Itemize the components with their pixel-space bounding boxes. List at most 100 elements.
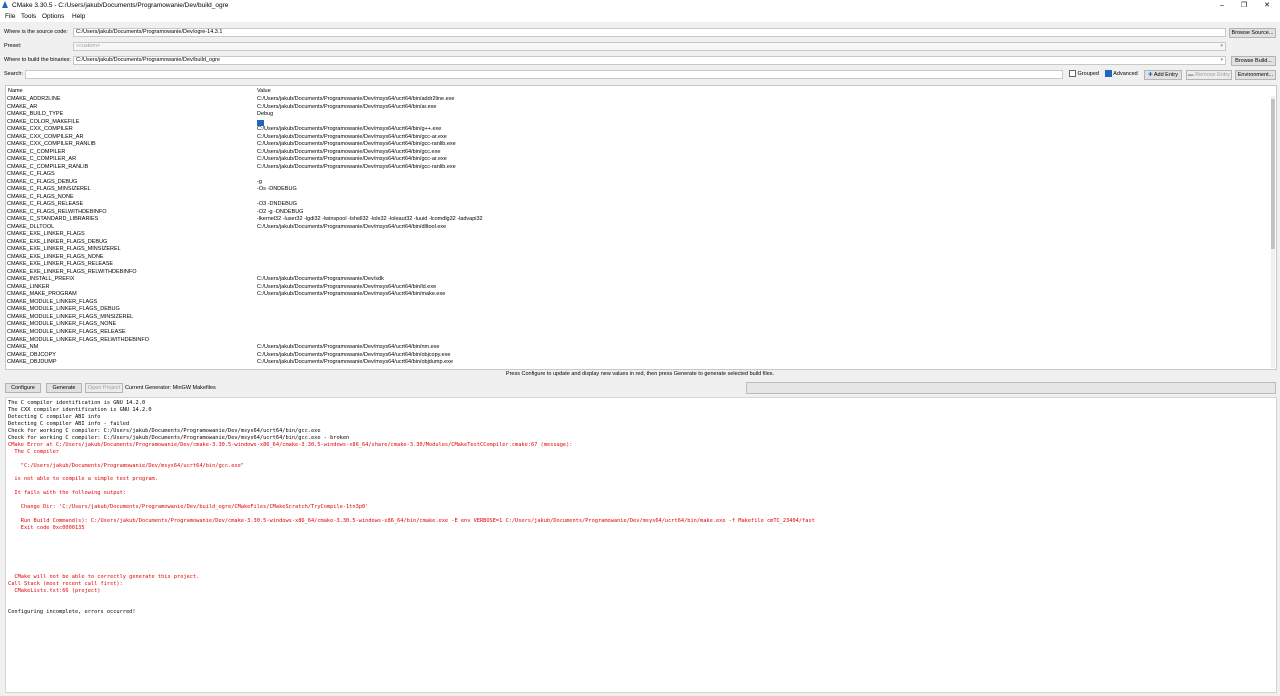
browse-source-button[interactable]: Browse Source... bbox=[1229, 28, 1276, 38]
source-path-input[interactable]: C:/Users/jakub/Documents/Programowanie/D… bbox=[73, 28, 1226, 37]
menu-help[interactable]: Help bbox=[72, 13, 85, 20]
table-row[interactable]: CMAKE_C_FLAGS_DEBUG -g bbox=[7, 179, 1269, 187]
preset-label: Preset: bbox=[4, 43, 22, 49]
row-value: C:/Users/jakub/Documents/Programowanie/D… bbox=[257, 126, 442, 133]
configure-button[interactable]: Configure bbox=[5, 383, 41, 393]
row-name: CMAKE_EXE_LINKER_FLAGS_NONE bbox=[7, 253, 104, 260]
table-row[interactable]: CMAKE_MODULE_LINKER_FLAGS bbox=[7, 299, 1269, 307]
output-line: Configuring incomplete, errors occurred! bbox=[8, 608, 136, 615]
cmake-logo-icon bbox=[2, 1, 8, 8]
table-row[interactable]: CMAKE_C_FLAGS bbox=[7, 171, 1269, 179]
table-row[interactable]: CMAKE_C_FLAGS_RELEASE -O3 -DNDEBUG bbox=[7, 201, 1269, 209]
table-row[interactable]: CMAKE_EXE_LINKER_FLAGS_MINSIZEREL bbox=[7, 246, 1269, 254]
open-project-button[interactable]: Open Project bbox=[85, 383, 123, 393]
grouped-checkbox[interactable]: Grouped bbox=[1069, 70, 1099, 77]
row-name: CMAKE_DLLTOOL bbox=[7, 223, 55, 230]
row-name: CMAKE_MODULE_LINKER_FLAGS bbox=[7, 298, 98, 305]
search-input[interactable] bbox=[25, 70, 1063, 79]
row-value: -Os -DNDEBUG bbox=[257, 186, 297, 193]
remove-entry-button[interactable]: ▬ Remove Entry bbox=[1186, 70, 1232, 80]
table-row[interactable]: CMAKE_AR C:/Users/jakub/Documents/Program… bbox=[7, 104, 1269, 112]
table-row[interactable]: CMAKE_MODULE_LINKER_FLAGS_MINSIZEREL bbox=[7, 314, 1269, 322]
row-name: CMAKE_CXX_COMPILER_AR bbox=[7, 133, 84, 140]
table-row[interactable]: CMAKE_LINKER C:/Users/jakub/Documents/Pro… bbox=[7, 284, 1269, 292]
output-error-line: Exit code 0xc0000135 bbox=[8, 525, 85, 532]
table-row[interactable]: CMAKE_MODULE_LINKER_FLAGS_NONE bbox=[7, 321, 1269, 329]
plus-icon: ✚ bbox=[1148, 72, 1153, 78]
row-value: -O2 -g -DNDEBUG bbox=[257, 208, 304, 215]
table-scrollbar[interactable] bbox=[1271, 96, 1275, 368]
advanced-checkbox[interactable]: Advanced bbox=[1105, 70, 1138, 77]
output-line: The CXX compiler identification is GNU 1… bbox=[8, 406, 152, 413]
close-button[interactable]: ✕ bbox=[1260, 1, 1274, 10]
remove-entry-label: Remove Entry bbox=[1195, 72, 1230, 78]
table-row[interactable]: CMAKE_C_COMPILER C:/Users/jakub/Documents… bbox=[7, 149, 1269, 157]
row-name: CMAKE_LINKER bbox=[7, 283, 50, 290]
environment-button[interactable]: Environment... bbox=[1235, 70, 1276, 80]
table-row[interactable]: CMAKE_EXE_LINKER_FLAGS bbox=[7, 231, 1269, 239]
table-row[interactable]: CMAKE_BUILD_TYPE Debug bbox=[7, 111, 1269, 119]
table-row[interactable]: CMAKE_ADDR2LINE C:/Users/jakub/Documents/… bbox=[7, 96, 1269, 104]
generate-button[interactable]: Generate bbox=[46, 383, 82, 393]
row-name: CMAKE_EXE_LINKER_FLAGS_MINSIZEREL bbox=[7, 246, 121, 253]
row-value: C:/Users/jakub/Documents/Programowanie/D… bbox=[257, 291, 446, 298]
scrollbar-thumb[interactable] bbox=[1271, 99, 1275, 249]
table-row[interactable]: CMAKE_CXX_COMPILER_AR C:/Users/jakub/Docu… bbox=[7, 134, 1269, 142]
table-row[interactable]: CMAKE_MODULE_LINKER_FLAGS_RELWITHDEBINFO bbox=[7, 337, 1269, 345]
table-row[interactable]: CMAKE_EXE_LINKER_FLAGS_DEBUG bbox=[7, 239, 1269, 247]
table-row[interactable]: CMAKE_MODULE_LINKER_FLAGS_RELEASE bbox=[7, 329, 1269, 337]
row-name: CMAKE_OBJDUMP bbox=[7, 359, 57, 366]
table-row[interactable]: CMAKE_NM C:/Users/jakub/Documents/Program… bbox=[7, 344, 1269, 352]
table-row[interactable]: CMAKE_EXE_LINKER_FLAGS_RELWITHDEBINFO bbox=[7, 269, 1269, 277]
output-error-line: Run Build Command(s): C:/Users/jakub/Doc… bbox=[8, 518, 815, 525]
menu-tools[interactable]: Tools bbox=[21, 13, 36, 20]
output-error-line: is not able to compile a simple test pro… bbox=[8, 476, 158, 483]
output-log[interactable]: The C compiler identification is GNU 14.… bbox=[5, 397, 1277, 693]
build-path-input[interactable]: C:/Users/jakub/Documents/Programowanie/D… bbox=[73, 56, 1226, 65]
output-line: The C compiler identification is GNU 14.… bbox=[8, 400, 146, 406]
table-row[interactable]: CMAKE_C_STANDARD_LIBRARIES -lkernel32 -lu… bbox=[7, 216, 1269, 224]
name-column-header[interactable]: Name bbox=[8, 88, 23, 94]
row-name: CMAKE_EXE_LINKER_FLAGS_DEBUG bbox=[7, 238, 108, 245]
row-value-checkbox[interactable] bbox=[257, 119, 264, 127]
table-row[interactable]: CMAKE_C_COMPILER_RANLIB C:/Users/jakub/Do… bbox=[7, 164, 1269, 172]
table-row[interactable]: CMAKE_MAKE_PROGRAM C:/Users/jakub/Documen… bbox=[7, 291, 1269, 299]
table-row[interactable]: CMAKE_C_FLAGS_RELWITHDEBINFO -O2 -g -DNDE… bbox=[7, 209, 1269, 217]
cache-variables-table[interactable]: Name Value CMAKE_ADDR2LINE C:/Users/jakub… bbox=[5, 85, 1277, 370]
output-error-line: "C:/Users/jakub/Documents/Programowanie/… bbox=[8, 462, 244, 469]
row-name: CMAKE_OBJCOPY bbox=[7, 351, 56, 358]
table-row[interactable]: CMAKE_COLOR_MAKEFILE bbox=[7, 119, 1269, 127]
chevron-down-icon: ▾ bbox=[1220, 43, 1223, 49]
maximize-button[interactable]: ❐ bbox=[1237, 1, 1251, 10]
row-name: CMAKE_CXX_COMPILER_RANLIB bbox=[7, 141, 96, 148]
add-entry-button[interactable]: ✚ Add Entry bbox=[1144, 70, 1182, 80]
table-row[interactable]: CMAKE_CXX_COMPILER C:/Users/jakub/Documen… bbox=[7, 126, 1269, 134]
table-row[interactable]: CMAKE_C_FLAGS_NONE bbox=[7, 194, 1269, 202]
menu-options[interactable]: Options bbox=[42, 13, 64, 20]
row-name: CMAKE_AR bbox=[7, 103, 38, 110]
table-row[interactable]: CMAKE_MODULE_LINKER_FLAGS_DEBUG bbox=[7, 306, 1269, 314]
table-row[interactable]: CMAKE_OBJDUMP C:/Users/jakub/Documents/Pr… bbox=[7, 359, 1269, 367]
output-error-line: The C compiler bbox=[8, 448, 60, 455]
advanced-label: Advanced bbox=[1113, 70, 1138, 77]
minimize-button[interactable]: – bbox=[1215, 1, 1229, 10]
search-label: Search: bbox=[4, 71, 23, 77]
row-value: C:/Users/jakub/Documents/Programowanie/D… bbox=[257, 96, 455, 102]
value-column-header[interactable]: Value bbox=[257, 88, 271, 94]
browse-build-button[interactable]: Browse Build... bbox=[1231, 56, 1276, 66]
table-row[interactable]: CMAKE_EXE_LINKER_FLAGS_RELEASE bbox=[7, 261, 1269, 269]
table-row[interactable]: CMAKE_EXE_LINKER_FLAGS_NONE bbox=[7, 254, 1269, 262]
preset-select[interactable]: <custom> ▾ bbox=[73, 42, 1226, 51]
row-name: CMAKE_CXX_COMPILER bbox=[7, 126, 73, 133]
table-row[interactable]: CMAKE_CXX_COMPILER_RANLIB C:/Users/jakub/… bbox=[7, 141, 1269, 149]
row-name: CMAKE_COLOR_MAKEFILE bbox=[7, 118, 80, 125]
row-value: Debug bbox=[257, 111, 274, 118]
table-row[interactable]: CMAKE_C_FLAGS_MINSIZEREL -Os -DNDEBUG bbox=[7, 186, 1269, 194]
table-row[interactable]: CMAKE_OBJCOPY C:/Users/jakub/Documents/Pr… bbox=[7, 352, 1269, 360]
table-row[interactable]: CMAKE_DLLTOOL C:/Users/jakub/Documents/Pr… bbox=[7, 224, 1269, 232]
table-row[interactable]: CMAKE_INSTALL_PREFIX C:/Users/jakub/Docum… bbox=[7, 276, 1269, 284]
menu-file[interactable]: File bbox=[5, 13, 15, 20]
window-title: CMake 3.30.5 - C:/Users/jakub/Documents/… bbox=[12, 2, 229, 9]
current-generator-label: Current Generator: MinGW Makefiles bbox=[125, 385, 216, 391]
table-row[interactable]: CMAKE_C_COMPILER_AR C:/Users/jakub/Docume… bbox=[7, 156, 1269, 164]
